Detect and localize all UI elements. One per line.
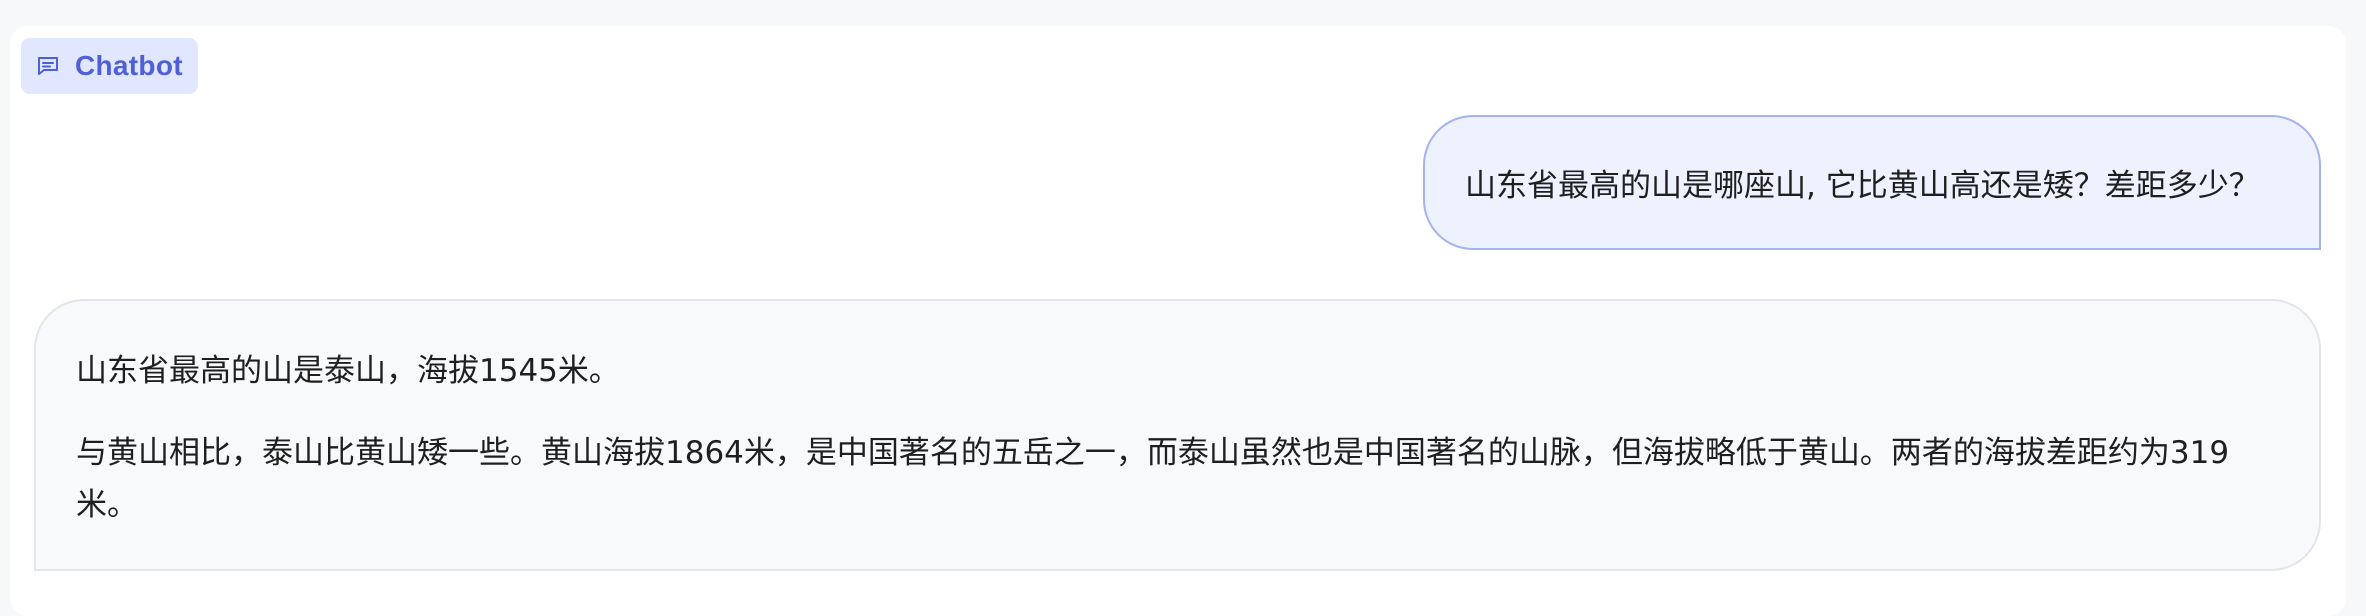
chatbot-title: Chatbot — [75, 50, 183, 81]
user-message-text: 山东省最高的山是哪座山, 它比黄山高还是矮？差距多少？ — [1465, 168, 2260, 204]
chat-bubble-icon — [35, 53, 61, 79]
bot-message: 山东省最高的山是泰山，海拔1545米。 与黄山相比，泰山比黄山矮一些。黄山海拔1… — [34, 299, 2321, 571]
user-message: 山东省最高的山是哪座山, 它比黄山高还是矮？差距多少？ — [1423, 115, 2321, 250]
bot-message-paragraph: 山东省最高的山是泰山，海拔1545米。 — [76, 353, 620, 389]
bot-message-paragraph: 与黄山相比，泰山比黄山矮一些。黄山海拔1864米，是中国著名的五岳之一，而泰山虽… — [76, 435, 2230, 523]
chatbot-label: Chatbot — [21, 38, 198, 94]
